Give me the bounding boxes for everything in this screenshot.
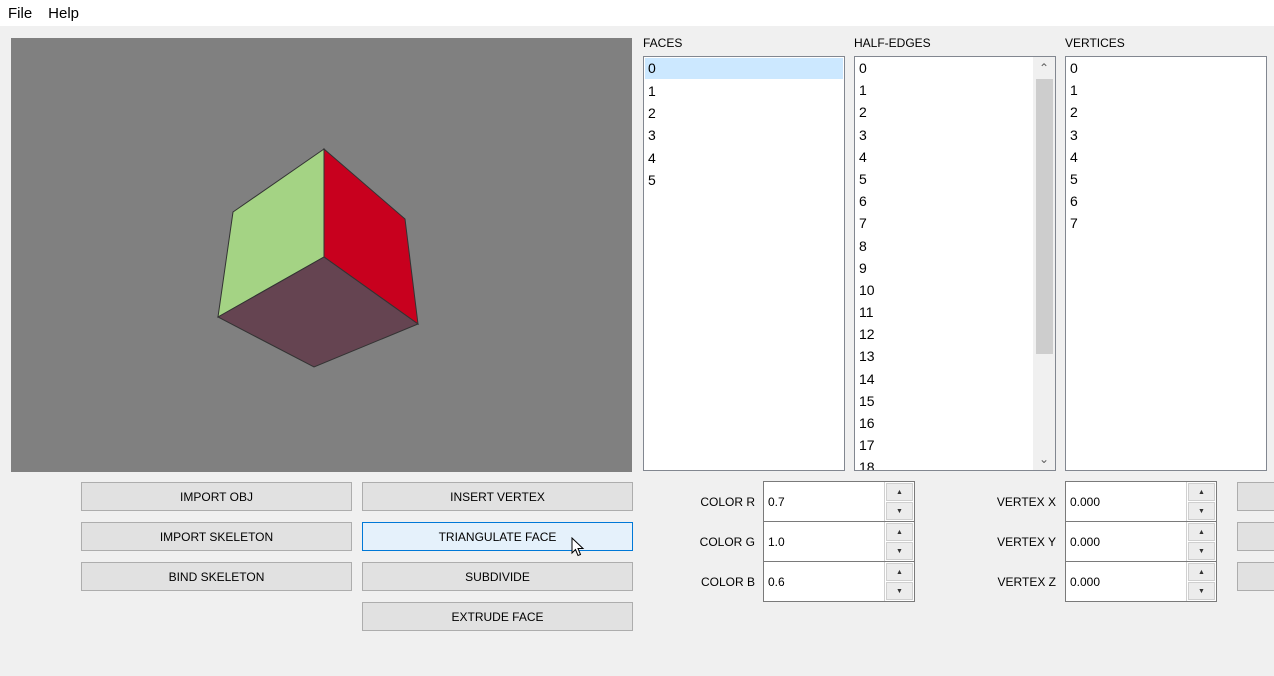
triangle-up-icon[interactable]: ▲ bbox=[1188, 563, 1215, 581]
insert-vertex-button[interactable]: INSERT VERTEX bbox=[362, 482, 633, 511]
vertices-list[interactable]: 0 1 2 3 4 5 6 7 bbox=[1065, 56, 1267, 471]
color-g-value[interactable]: 1.0 bbox=[768, 535, 785, 549]
offscreen-button[interactable] bbox=[1237, 562, 1274, 591]
list-item[interactable]: 2 bbox=[1066, 101, 1266, 123]
color-r-value[interactable]: 0.7 bbox=[768, 495, 785, 509]
color-r-label: COLOR R bbox=[700, 495, 755, 509]
list-item[interactable]: 4 bbox=[644, 147, 844, 169]
triangle-down-icon[interactable]: ▼ bbox=[886, 502, 913, 520]
import-skeleton-button[interactable]: IMPORT SKELETON bbox=[81, 522, 352, 551]
triangle-up-icon[interactable]: ▲ bbox=[1188, 523, 1215, 541]
color-b-label: COLOR B bbox=[700, 575, 755, 589]
half-edges-label: HALF-EDGES bbox=[854, 36, 931, 50]
color-g-label: COLOR G bbox=[699, 535, 755, 549]
vertex-z-value[interactable]: 0.000 bbox=[1070, 575, 1100, 589]
offscreen-button[interactable] bbox=[1237, 482, 1274, 511]
list-item[interactable]: 8 bbox=[855, 235, 1055, 257]
offscreen-button[interactable] bbox=[1237, 522, 1274, 551]
half-edges-scrollbar[interactable]: ⌃ ⌄ bbox=[1033, 57, 1055, 470]
mouse-cursor-icon bbox=[571, 537, 585, 557]
list-item[interactable]: 4 bbox=[855, 146, 1055, 168]
list-item[interactable]: 14 bbox=[855, 368, 1055, 390]
import-obj-button[interactable]: IMPORT OBJ bbox=[81, 482, 352, 511]
triangle-up-icon[interactable]: ▲ bbox=[886, 563, 913, 581]
triangle-down-icon[interactable]: ▼ bbox=[886, 542, 913, 560]
scrollbar-thumb[interactable] bbox=[1036, 79, 1053, 354]
bind-skeleton-button[interactable]: BIND SKELETON bbox=[81, 562, 352, 591]
list-item[interactable]: 9 bbox=[855, 257, 1055, 279]
list-item[interactable]: 0 bbox=[1066, 57, 1266, 79]
faces-list[interactable]: 0 1 2 3 4 5 bbox=[643, 56, 845, 471]
list-item[interactable]: 16 bbox=[855, 412, 1055, 434]
menu-bar: File Help bbox=[0, 0, 1274, 26]
menu-help[interactable]: Help bbox=[40, 0, 87, 26]
list-item[interactable]: 1 bbox=[855, 79, 1055, 101]
color-b-value[interactable]: 0.6 bbox=[768, 575, 785, 589]
list-item[interactable]: 6 bbox=[855, 190, 1055, 212]
list-item[interactable]: 2 bbox=[855, 101, 1055, 123]
vertex-y-spinbox[interactable]: 0.000 ▲ ▼ bbox=[1065, 521, 1217, 562]
color-r-spinbox[interactable]: 0.7 ▲ ▼ bbox=[763, 481, 915, 522]
list-item[interactable]: 4 bbox=[1066, 146, 1266, 168]
list-item[interactable]: 13 bbox=[855, 345, 1055, 367]
list-item[interactable]: 0 bbox=[855, 57, 1055, 79]
list-item[interactable]: 10 bbox=[855, 279, 1055, 301]
vertex-x-value[interactable]: 0.000 bbox=[1070, 495, 1100, 509]
triangle-down-icon[interactable]: ▼ bbox=[1188, 582, 1215, 600]
vertex-y-value[interactable]: 0.000 bbox=[1070, 535, 1100, 549]
list-item[interactable]: 11 bbox=[855, 301, 1055, 323]
list-item[interactable]: 1 bbox=[644, 80, 844, 102]
3d-viewport[interactable] bbox=[11, 38, 632, 472]
vertex-z-spinbox[interactable]: 0.000 ▲ ▼ bbox=[1065, 561, 1217, 602]
faces-label: FACES bbox=[643, 36, 683, 50]
list-item[interactable]: 5 bbox=[1066, 168, 1266, 190]
vertex-y-label: VERTEX Y bbox=[997, 535, 1056, 549]
chevron-down-icon[interactable]: ⌄ bbox=[1033, 448, 1055, 470]
triangle-up-icon[interactable]: ▲ bbox=[886, 523, 913, 541]
list-item[interactable]: 6 bbox=[1066, 190, 1266, 212]
list-item[interactable]: 3 bbox=[855, 124, 1055, 146]
vertex-x-spinbox[interactable]: 0.000 ▲ ▼ bbox=[1065, 481, 1217, 522]
list-item[interactable]: 2 bbox=[644, 102, 844, 124]
list-item[interactable]: 15 bbox=[855, 390, 1055, 412]
list-item[interactable]: 17 bbox=[855, 434, 1055, 456]
color-g-spinbox[interactable]: 1.0 ▲ ▼ bbox=[763, 521, 915, 562]
triangle-down-icon[interactable]: ▼ bbox=[1188, 502, 1215, 520]
list-item[interactable]: 3 bbox=[1066, 124, 1266, 146]
triangle-down-icon[interactable]: ▼ bbox=[1188, 542, 1215, 560]
triangle-up-icon[interactable]: ▲ bbox=[1188, 483, 1215, 501]
list-item[interactable]: 3 bbox=[644, 124, 844, 146]
list-item[interactable]: 5 bbox=[855, 168, 1055, 190]
half-edges-list[interactable]: 0 1 2 3 4 5 6 7 8 9 10 11 12 13 14 15 16… bbox=[854, 56, 1056, 471]
menu-file[interactable]: File bbox=[0, 0, 40, 26]
vertex-z-label: VERTEX Z bbox=[997, 575, 1056, 589]
list-item[interactable]: 7 bbox=[855, 212, 1055, 234]
triangle-down-icon[interactable]: ▼ bbox=[886, 582, 913, 600]
list-item[interactable]: 7 bbox=[1066, 212, 1266, 234]
triangle-up-icon[interactable]: ▲ bbox=[886, 483, 913, 501]
cube-render bbox=[216, 147, 420, 368]
subdivide-button[interactable]: SUBDIVIDE bbox=[362, 562, 633, 591]
chevron-up-icon[interactable]: ⌃ bbox=[1033, 57, 1055, 79]
list-item[interactable]: 5 bbox=[644, 169, 844, 191]
vertex-x-label: VERTEX X bbox=[996, 495, 1056, 509]
list-item[interactable]: 18 bbox=[855, 456, 1055, 470]
list-item[interactable]: 1 bbox=[1066, 79, 1266, 101]
extrude-face-button[interactable]: EXTRUDE FACE bbox=[362, 602, 633, 631]
triangulate-face-button[interactable]: TRIANGULATE FACE bbox=[362, 522, 633, 551]
list-item[interactable]: 0 bbox=[645, 58, 843, 79]
list-item[interactable]: 12 bbox=[855, 323, 1055, 345]
vertices-label: VERTICES bbox=[1065, 36, 1125, 50]
color-b-spinbox[interactable]: 0.6 ▲ ▼ bbox=[763, 561, 915, 602]
